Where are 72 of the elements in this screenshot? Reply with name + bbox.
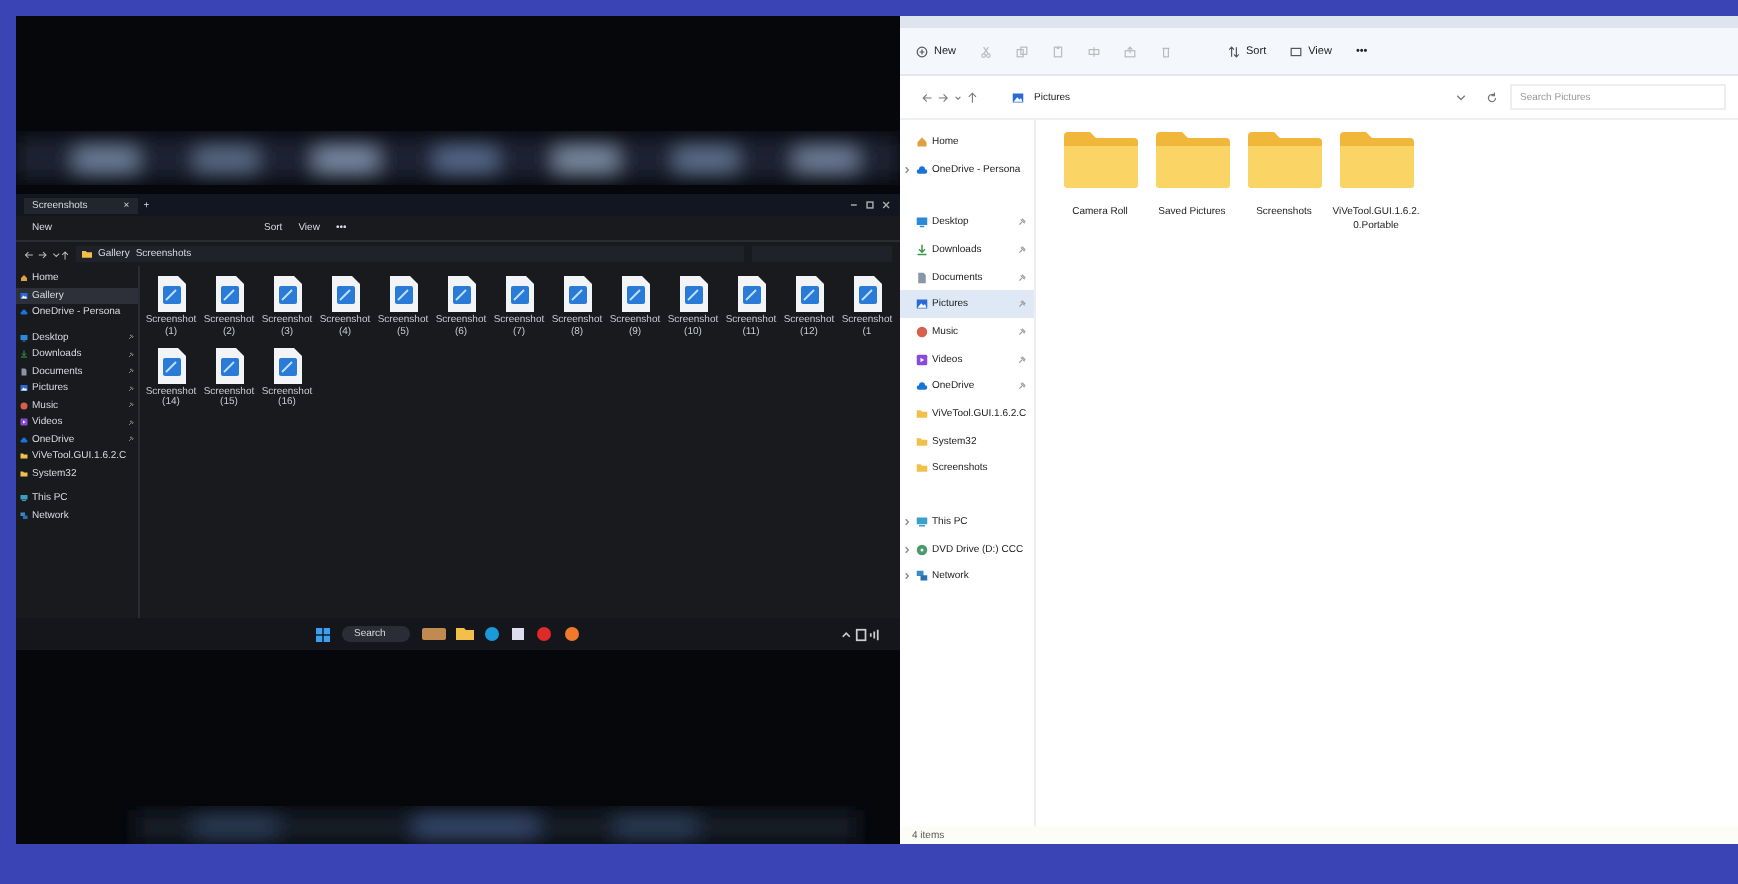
computer-icon — [916, 516, 928, 529]
image-file-icon[interactable] — [157, 347, 185, 383]
monitor-icon — [916, 216, 928, 229]
music-icon — [20, 401, 28, 410]
chevron-icon[interactable] — [904, 165, 910, 174]
monitor-icon — [20, 333, 28, 342]
home-icon — [916, 135, 928, 148]
video-icon — [20, 418, 28, 427]
image-file-icon[interactable] — [273, 347, 301, 383]
image-file-icon[interactable] — [215, 276, 243, 312]
chevron-icon[interactable] — [904, 572, 910, 581]
image-file-icon[interactable] — [621, 276, 649, 312]
view-icon — [1290, 45, 1303, 57]
pin-icon — [128, 419, 134, 426]
folder-icon — [82, 250, 92, 258]
folder-icon — [916, 435, 928, 448]
pin-icon — [1018, 300, 1026, 309]
chevron-icon[interactable] — [904, 518, 910, 527]
cloud-icon — [916, 163, 928, 176]
folder-icon — [916, 408, 928, 421]
image-icon — [1012, 91, 1024, 103]
home-icon — [20, 274, 28, 283]
windows-icon[interactable] — [316, 627, 330, 641]
system-tray-icons[interactable] — [840, 627, 884, 641]
pin-icon — [1018, 355, 1026, 364]
image-file-icon[interactable] — [737, 276, 765, 312]
computer-icon — [20, 494, 28, 503]
cloud-icon — [20, 308, 28, 317]
pin-icon — [128, 402, 134, 409]
network-icon — [916, 570, 928, 583]
image-icon — [20, 291, 28, 300]
cloud-icon — [916, 380, 928, 393]
download-icon — [916, 243, 928, 256]
disc-icon — [916, 543, 928, 556]
cloud-icon — [20, 435, 28, 444]
image-icon — [916, 298, 928, 311]
pin-icon — [1018, 382, 1026, 391]
video-icon — [916, 353, 928, 366]
image-file-icon[interactable] — [795, 276, 823, 312]
image-file-icon[interactable] — [563, 276, 591, 312]
network-icon — [20, 511, 28, 520]
pin-icon — [128, 334, 134, 341]
refresh-icon[interactable] — [1486, 91, 1498, 103]
pin-icon — [128, 385, 134, 392]
image-file-icon[interactable] — [679, 276, 707, 312]
pin-icon — [1018, 273, 1026, 282]
window-controls[interactable] — [848, 200, 892, 210]
image-file-icon[interactable] — [273, 276, 301, 312]
pin-icon — [128, 351, 134, 358]
image-file-icon[interactable] — [215, 347, 243, 383]
document-icon — [20, 367, 28, 376]
dropdown-icon[interactable] — [1456, 92, 1466, 102]
image-file-icon[interactable] — [853, 276, 881, 312]
pin-icon — [128, 436, 134, 443]
image-file-icon[interactable] — [389, 276, 417, 312]
plus-circle-icon — [916, 45, 928, 57]
navigation-arrows[interactable] — [24, 249, 68, 259]
folder-icon — [916, 462, 928, 475]
image-file-icon[interactable] — [157, 276, 185, 312]
pin-icon — [1018, 327, 1026, 336]
image-icon — [20, 384, 28, 393]
document-icon — [916, 271, 928, 284]
image-file-icon[interactable] — [447, 276, 475, 312]
pin-icon — [1018, 245, 1026, 254]
chevron-icon[interactable] — [904, 545, 910, 554]
music-icon — [916, 325, 928, 338]
image-file-icon[interactable] — [505, 276, 533, 312]
pin-icon — [1018, 218, 1026, 227]
sort-icon — [1228, 45, 1241, 57]
image-file-icon[interactable] — [331, 276, 359, 312]
download-icon — [20, 350, 28, 359]
pin-icon — [128, 368, 134, 375]
